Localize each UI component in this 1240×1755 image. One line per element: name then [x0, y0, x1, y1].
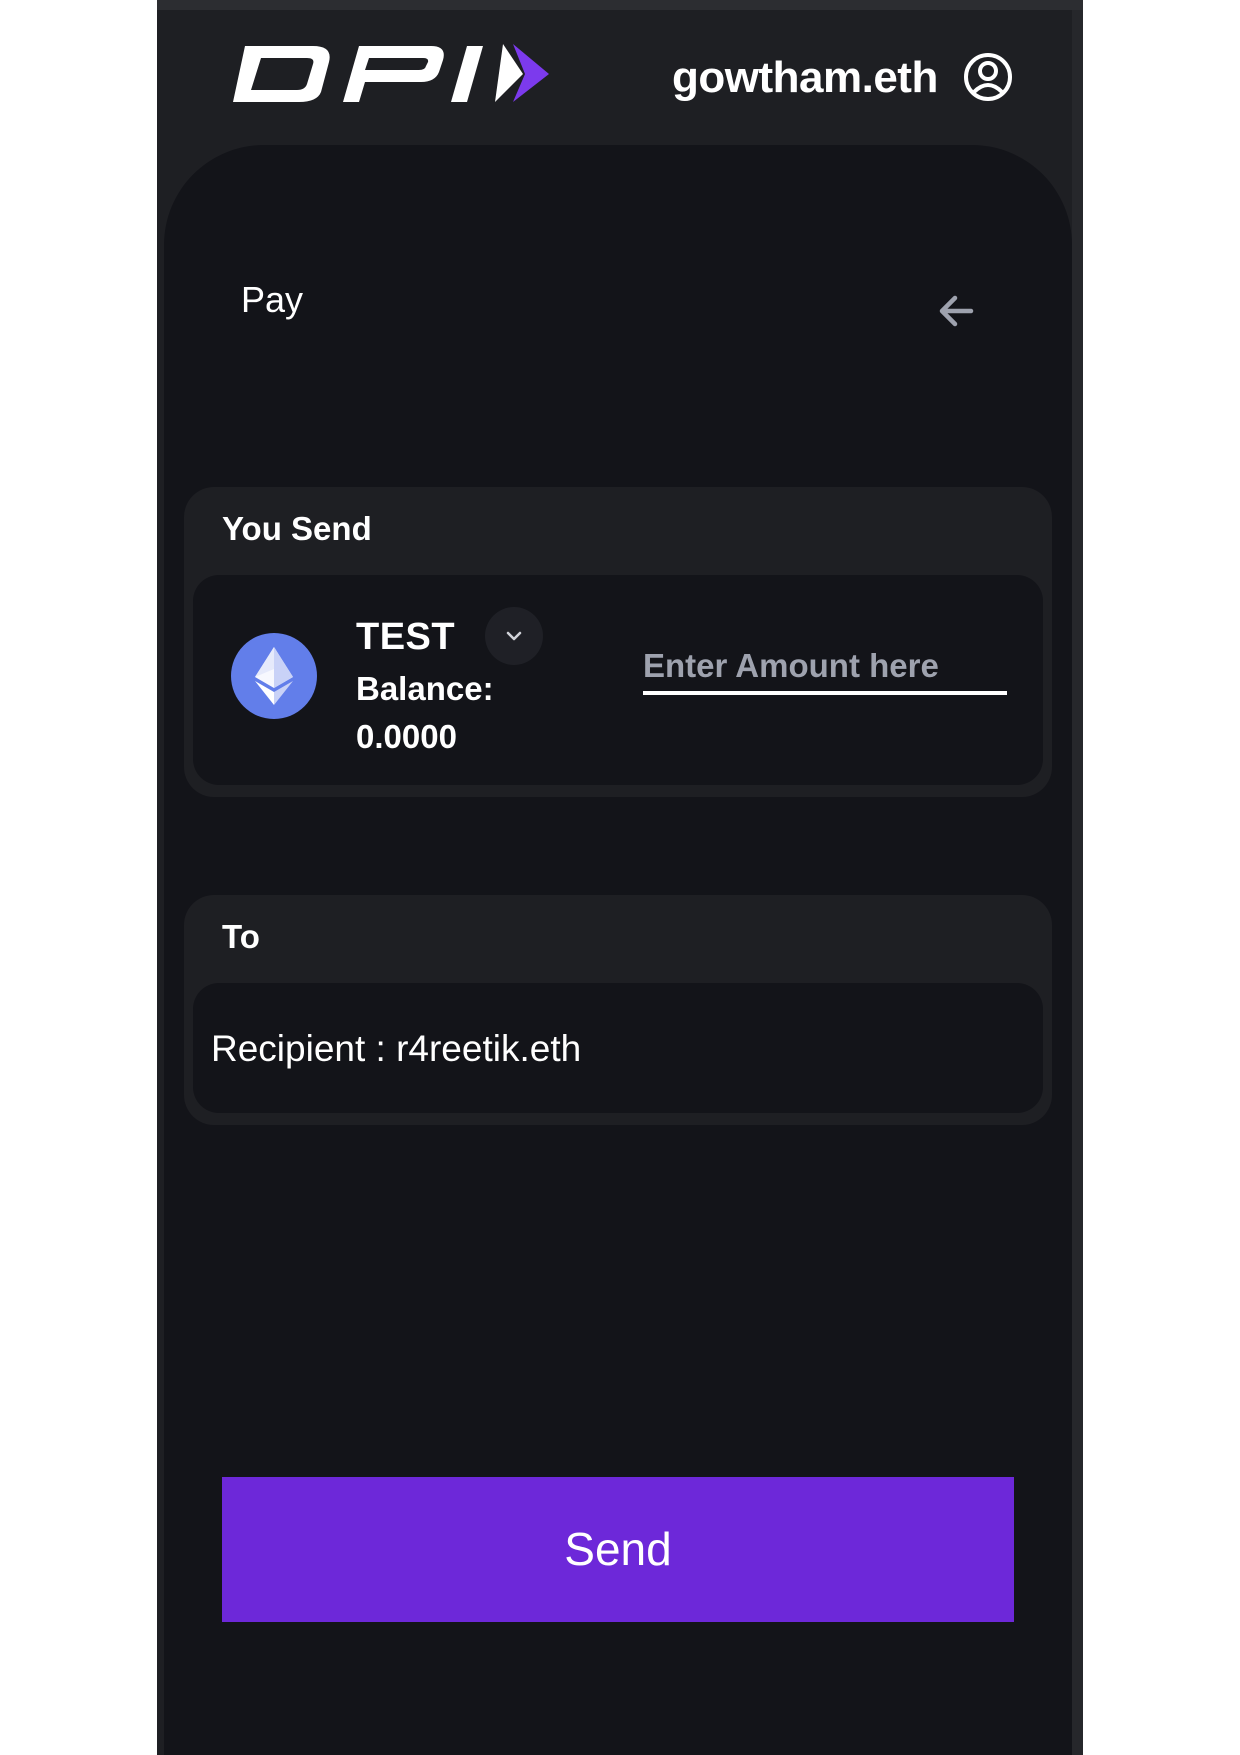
username[interactable]: gowtham.eth	[672, 50, 938, 106]
recipient-box: Recipient : r4reetik.eth	[193, 983, 1043, 1113]
token-dropdown-button[interactable]	[485, 607, 543, 665]
recipient-text: Recipient : r4reetik.eth	[211, 1028, 582, 1069]
page-title: Pay	[241, 279, 304, 320]
balance-value: 0.0000	[356, 718, 457, 755]
user-circle-icon[interactable]	[963, 52, 1013, 102]
arrow-left-icon[interactable]	[937, 292, 975, 330]
dpi-logo-icon[interactable]	[233, 40, 549, 108]
to-label: To	[222, 918, 260, 955]
ethereum-icon	[231, 633, 317, 719]
page: gowtham.eth Pay You Send TEST Balance: 0…	[0, 0, 1240, 1755]
scrollbar[interactable]	[1072, 10, 1083, 1755]
send-button[interactable]: Send	[222, 1477, 1014, 1622]
you-send-section: You Send TEST Balance: 0.0000 Enter Amou…	[184, 487, 1052, 797]
app-window: gowtham.eth Pay You Send TEST Balance: 0…	[157, 0, 1083, 1755]
token-amount-box: TEST Balance: 0.0000	[193, 575, 1043, 785]
to-section: To Recipient : r4reetik.eth	[184, 895, 1052, 1125]
balance-label: Balance:	[356, 670, 494, 707]
top-border	[157, 0, 1083, 10]
amount-input[interactable]	[643, 641, 1007, 695]
token-symbol[interactable]: TEST	[356, 615, 455, 659]
you-send-label: You Send	[222, 510, 372, 547]
chevron-down-icon	[506, 631, 522, 641]
